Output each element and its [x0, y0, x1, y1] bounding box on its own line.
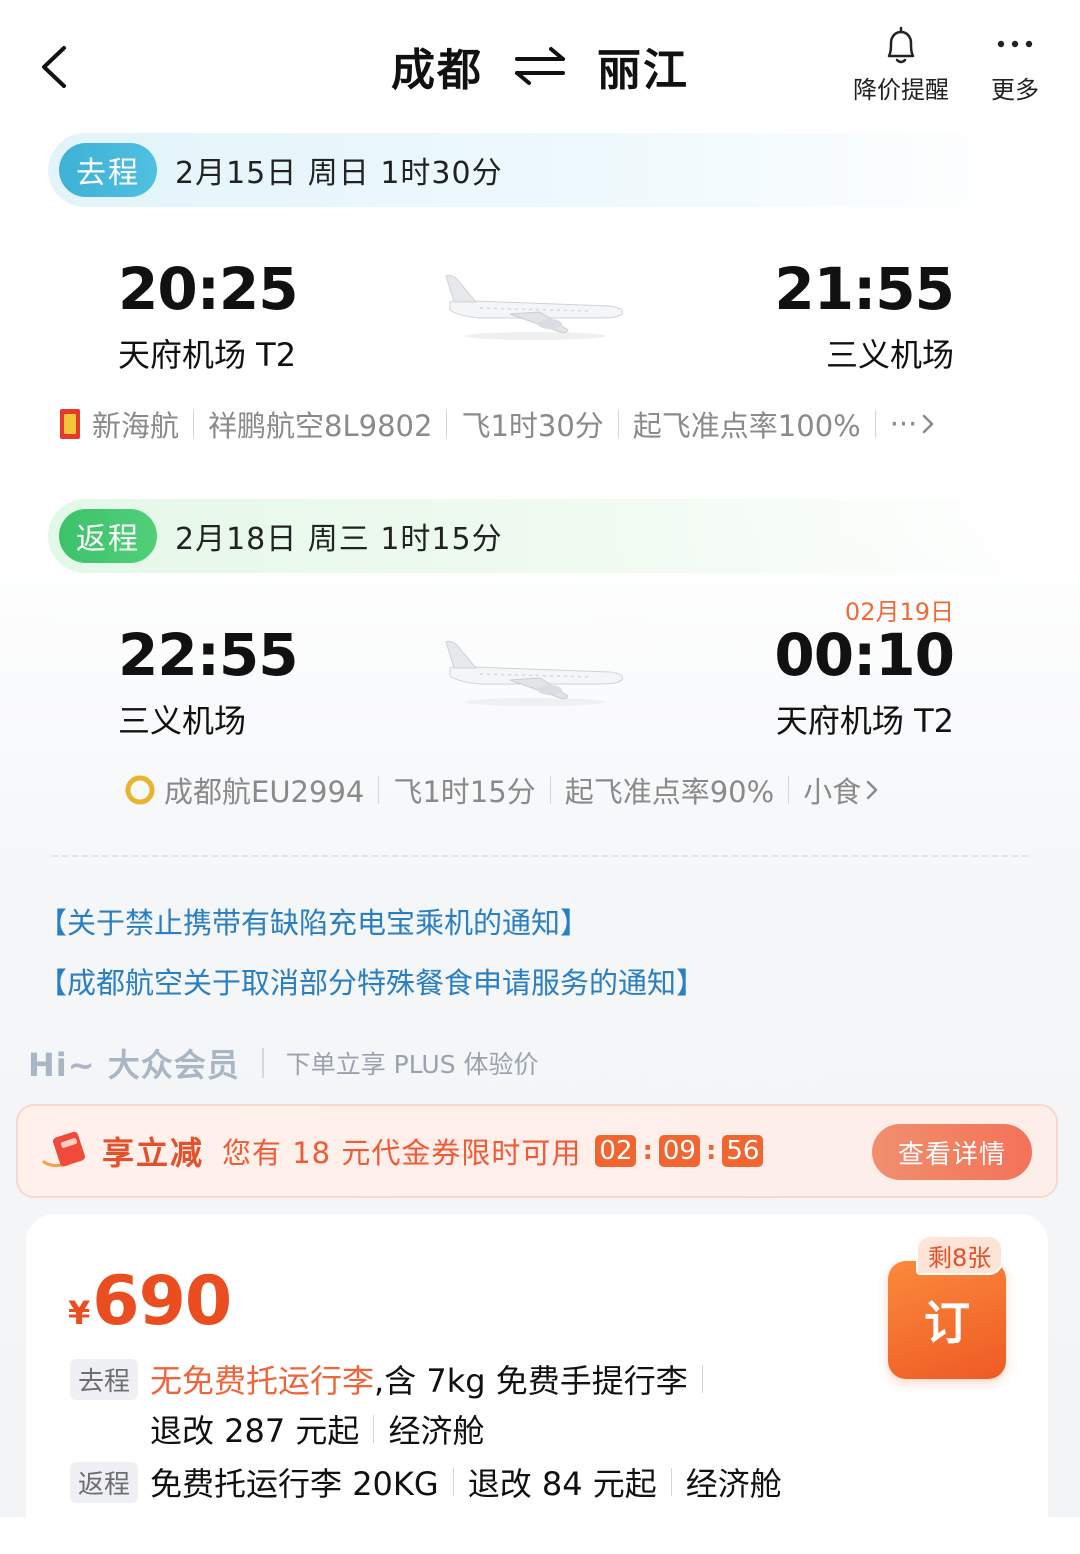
divider	[373, 1415, 375, 1443]
price-alert-button[interactable]: 降价提醒	[846, 26, 956, 105]
outbound-carry-on: ,含 7kg 免费手提行李	[374, 1362, 688, 1400]
return-departure-airport: 三义机场	[118, 702, 247, 740]
seats-remaining-badge: 剩8张	[916, 1235, 1004, 1275]
outbound-arrival-airport: 三义机场	[825, 336, 954, 374]
countdown-timer: 02 : 09 : 56	[595, 1135, 764, 1167]
outbound-departure-airport: 天府机场 T2	[118, 336, 297, 374]
outbound-baggage: 无免费托运行李	[150, 1362, 375, 1400]
divider	[193, 410, 195, 438]
more-button[interactable]: 更多	[980, 26, 1050, 105]
return-summary-band: 返程 2月18日 周三 1时15分	[48, 499, 1028, 573]
divider	[874, 410, 876, 438]
price-alert-label: 降价提醒	[853, 76, 949, 104]
divider	[701, 1365, 703, 1393]
countdown-minutes: 09	[658, 1135, 700, 1167]
promo-title: 享立减	[102, 1134, 205, 1172]
divider	[261, 1048, 264, 1078]
view-details-button[interactable]: 查看详情	[872, 1124, 1032, 1180]
outbound-change-fee: 退改 287 元起	[150, 1412, 360, 1450]
return-change-fee: 退改 84 元起	[467, 1465, 657, 1503]
outbound-airline-group: 新海航	[92, 409, 180, 443]
outbound-summary-band: 去程 2月15日 周日 1时30分	[48, 133, 1028, 207]
promo-text: 您有 18 元代金券限时可用	[222, 1136, 582, 1170]
outbound-more: ···	[889, 407, 918, 441]
member-subtitle: 下单立享 PLUS 体验价	[285, 1050, 539, 1079]
return-flight-number: 成都航EU2994	[164, 775, 365, 809]
coupon-ticket-icon	[42, 1131, 85, 1168]
return-departure-time: 22:55	[118, 621, 299, 689]
outbound-cabin: 经济舱	[388, 1412, 485, 1450]
countdown-seconds: 56	[722, 1135, 764, 1167]
notice-link-special-meal[interactable]: 【成都航空关于取消部分特殊餐食申请服务的通知】	[38, 960, 705, 1002]
book-button[interactable]: 订	[888, 1261, 1006, 1379]
currency-symbol: ¥	[68, 1294, 91, 1332]
airplane-icon	[445, 640, 623, 706]
outbound-duration: 飞1时30分	[461, 409, 604, 443]
outbound-flight-info[interactable]: 新海航 祥鹏航空8L9802 飞1时30分 起飞准点率100% ···	[58, 403, 935, 445]
return-ontime-rate: 起飞准点率90%	[564, 775, 775, 809]
divider	[452, 1468, 454, 1496]
return-duration: 飞1时15分	[393, 775, 536, 809]
chevron-right-icon	[866, 780, 878, 800]
fare-price: ¥ 690	[68, 1262, 232, 1341]
countdown-hours: 02	[595, 1135, 637, 1167]
outbound-fare-line: 去程 无免费托运行李 ,含 7kg 免费手提行李	[70, 1356, 717, 1402]
outbound-arrival-time: 21:55	[774, 255, 955, 323]
airplane-icon	[445, 274, 623, 340]
return-flight-info[interactable]: 成都航EU2994 飞1时15分 起飞准点率90% 小食	[124, 769, 879, 811]
bell-icon	[887, 26, 915, 64]
section-divider	[52, 855, 1028, 857]
divider	[446, 410, 448, 438]
return-fare-line: 返程 免费托运行李 20KG 退改 84 元起 经济舱	[70, 1459, 782, 1505]
member-banner: Hi~ 大众会员 下单立享 PLUS 体验价	[28, 1040, 539, 1086]
outbound-departure-time: 20:25	[118, 255, 299, 323]
divider	[788, 776, 790, 804]
more-label: 更多	[991, 76, 1039, 104]
fare-outbound-tag: 去程	[70, 1358, 139, 1400]
price-value: 690	[92, 1262, 232, 1341]
member-greeting: Hi~ 大众会员	[28, 1046, 240, 1084]
chengdu-airlines-logo-icon	[125, 775, 155, 805]
notice-link-powerbank[interactable]: 【关于禁止携带有缺陷充电宝乘机的通知】	[38, 900, 589, 942]
return-tag: 返程	[59, 509, 157, 563]
swap-direction-icon[interactable]	[513, 46, 567, 86]
return-summary: 2月18日 周三 1时15分	[175, 522, 503, 557]
divider	[378, 776, 380, 804]
divider	[549, 776, 551, 804]
divider	[670, 1468, 672, 1496]
more-dots-icon	[997, 40, 1033, 48]
outbound-ontime-rate: 起飞准点率100%	[632, 409, 861, 443]
outbound-flight-number: 祥鹏航空8L9802	[208, 409, 433, 443]
return-meal: 小食	[803, 775, 862, 809]
outbound-tag: 去程	[59, 143, 157, 197]
return-arrival-airport: 天府机场 T2	[775, 702, 954, 740]
return-arrival-time: 00:10	[774, 621, 955, 689]
divider	[617, 410, 619, 438]
return-cabin: 经济舱	[685, 1465, 782, 1503]
outbound-summary: 2月15日 周日 1时30分	[175, 156, 503, 191]
chevron-right-icon	[923, 414, 934, 434]
hainan-airline-logo-icon	[60, 409, 80, 439]
destination-city: 丽江	[597, 45, 689, 96]
fare-return-tag: 返程	[70, 1461, 139, 1503]
origin-city: 成都	[391, 45, 483, 96]
outbound-fare-line-2: 退改 287 元起 经济舱	[150, 1406, 484, 1452]
return-baggage: 免费托运行李 20KG	[150, 1465, 439, 1503]
